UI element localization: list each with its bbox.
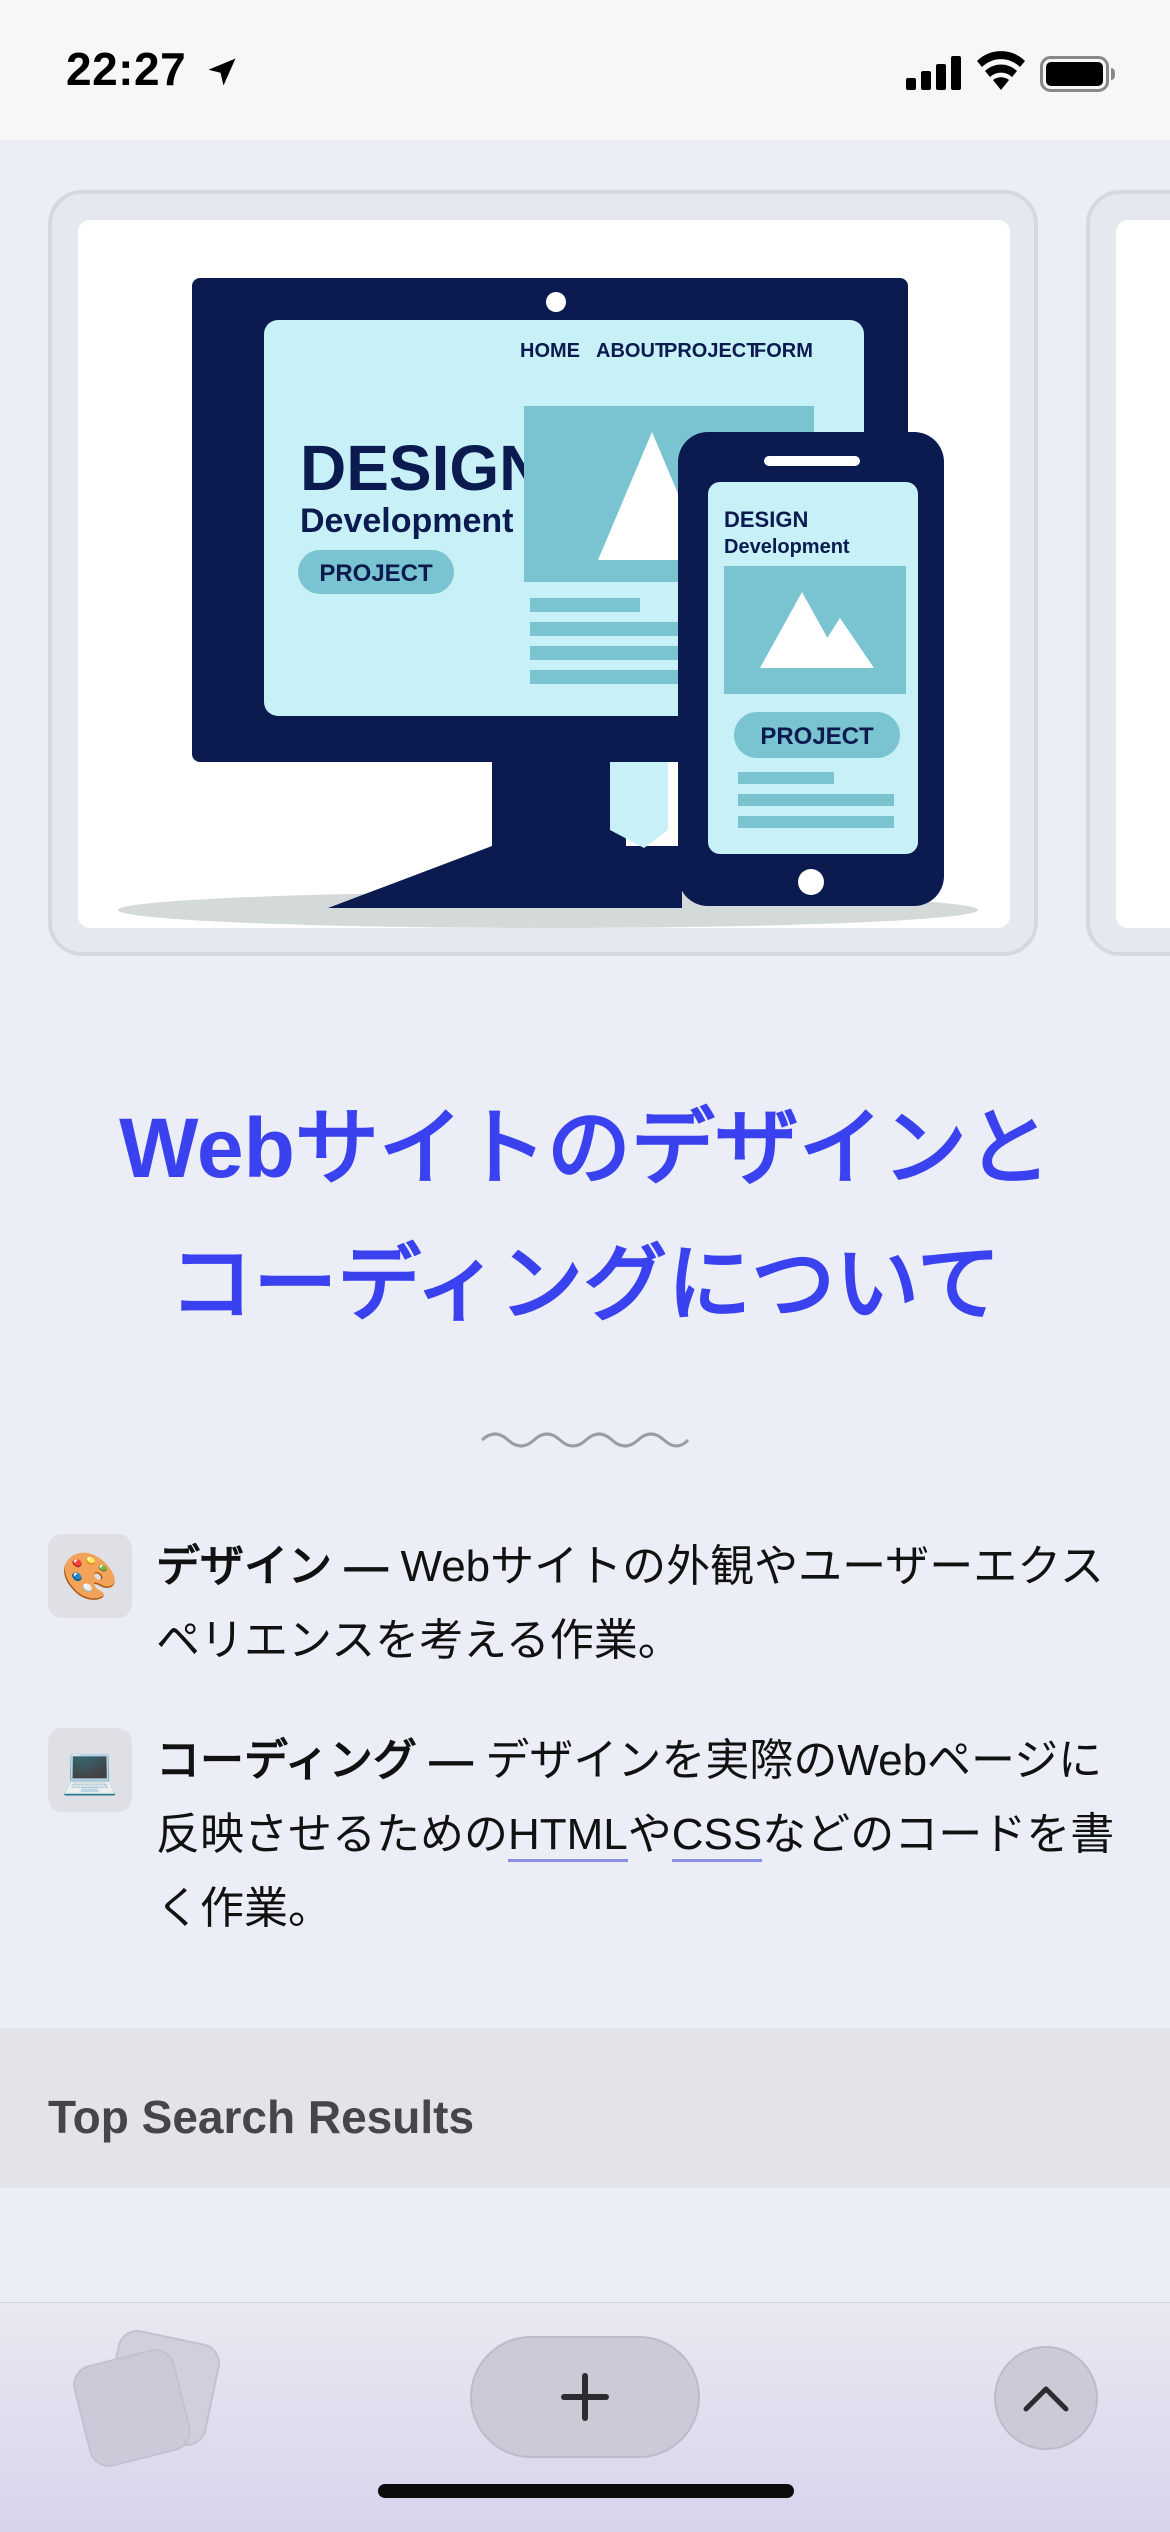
headline-line-1: Webサイトのデザインと xyxy=(119,1101,1051,1195)
squiggle-divider xyxy=(480,1432,690,1448)
new-question-button[interactable] xyxy=(470,2336,700,2458)
image-carousel-card[interactable]: HOME ABOUT PROJECT FORM DESIGN Developme… xyxy=(48,190,1038,956)
tabs-overview-button[interactable] xyxy=(68,2326,224,2472)
search-results-heading: Top Search Results xyxy=(48,2091,475,2143)
scroll-up-button[interactable] xyxy=(994,2346,1098,2450)
next-carousel-card[interactable] xyxy=(1086,190,1170,956)
monitor-design-title: DESIGN xyxy=(300,432,545,504)
cellular-signal-icon xyxy=(906,56,961,90)
next-card-image xyxy=(1116,220,1170,928)
article-headline: Webサイトのデザインと コーディングについて xyxy=(60,1080,1110,1352)
palette-icon: 🎨 xyxy=(48,1534,132,1618)
status-time: 22:27 xyxy=(66,43,187,95)
monitor-nav-about: ABOUT xyxy=(596,340,667,362)
coding-title: コーディング — xyxy=(156,1736,486,1785)
plus-icon xyxy=(561,2373,609,2421)
app-root: 22:27 HOME ABOUT PROJECT FORM DESIGN Dev… xyxy=(0,0,1170,2532)
home-indicator[interactable] xyxy=(378,2484,794,2498)
status-bar: 22:27 xyxy=(0,0,1170,140)
monitor-development-subtitle: Development xyxy=(300,502,514,540)
location-arrow-icon xyxy=(208,58,236,86)
monitor-nav-form: FORM xyxy=(754,340,813,362)
laptop-icon: 💻 xyxy=(48,1728,132,1812)
palette-emoji: 🎨 xyxy=(61,1549,119,1602)
coding-text-mid: や xyxy=(627,1810,672,1859)
css-link[interactable]: CSS xyxy=(671,1810,763,1862)
monitor-project-button: PROJECT xyxy=(319,560,433,587)
headline-line-2: コーディングについて xyxy=(169,1237,1001,1331)
design-title: デザイン — xyxy=(156,1542,401,1591)
design-description: デザイン — Webサイトの外観やユーザーエクスペリエンスを考える作業。 xyxy=(156,1530,1116,1678)
phone-development-subtitle: Development xyxy=(724,536,850,558)
web-design-illustration: HOME ABOUT PROJECT FORM DESIGN Developme… xyxy=(118,278,978,928)
wifi-icon xyxy=(977,51,1025,90)
phone-project-button: PROJECT xyxy=(760,723,874,750)
phone-design-title: DESIGN xyxy=(724,507,808,532)
monitor-nav-home: HOME xyxy=(520,340,580,362)
page-content: HOME ABOUT PROJECT FORM DESIGN Developme… xyxy=(0,140,1170,2170)
html-link[interactable]: HTML xyxy=(508,1810,628,1862)
hero-image: HOME ABOUT PROJECT FORM DESIGN Developme… xyxy=(78,220,1010,928)
monitor-nav-project: PROJECT xyxy=(664,340,758,362)
chevron-up-icon xyxy=(1023,2386,1069,2412)
battery-icon xyxy=(1040,56,1115,92)
coding-description: コーディング — デザインを実際のWebページに反映させるためのHTMLやCSS… xyxy=(156,1724,1116,1946)
laptop-emoji: 💻 xyxy=(61,1743,119,1796)
